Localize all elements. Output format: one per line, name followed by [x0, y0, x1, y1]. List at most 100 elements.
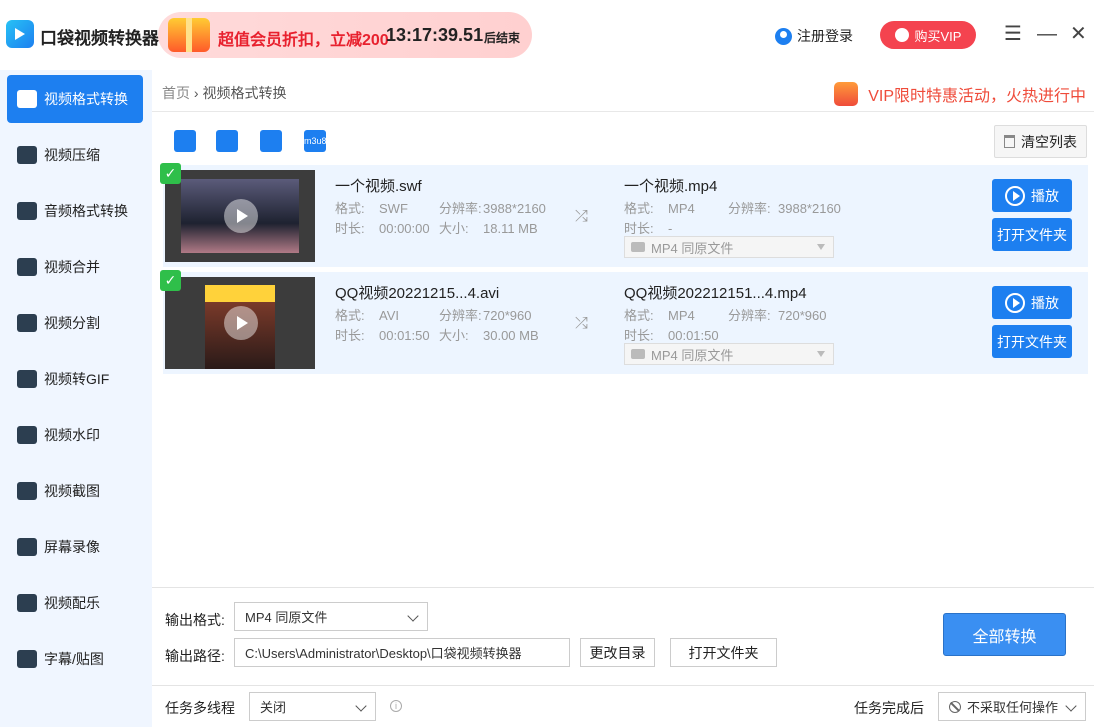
- dropdown-icon: [817, 351, 825, 357]
- toolbox-icon[interactable]: [260, 130, 282, 152]
- breadcrumb-separator: ›: [193, 85, 199, 101]
- source-meta-row: 格式: AVI 分辨率:720*960: [335, 308, 532, 323]
- ban-icon: [949, 700, 961, 713]
- camera-icon: [631, 349, 645, 359]
- app-title: 口袋视频转换器: [40, 29, 159, 48]
- sidebar-item-label: 视频水印: [44, 427, 100, 443]
- output-panel: 输出格式: MP4 同原文件 输出路径: C:\Users\Administra…: [152, 587, 1094, 727]
- sidebar-item-gif[interactable]: 视频转GIF: [7, 355, 143, 403]
- toolbar: m3u8 清空列表: [152, 112, 1094, 162]
- output-path-field[interactable]: C:\Users\Administrator\Desktop\口袋视频转换器: [234, 638, 570, 667]
- vip-activity-link[interactable]: VIP限时特惠活动，火热进行中: [834, 82, 1086, 106]
- subtitle-icon: [17, 650, 37, 668]
- sidebar-item-audio[interactable]: 音频格式转换: [7, 187, 143, 235]
- play-icon: [1005, 185, 1025, 206]
- login-label: 注册登录: [797, 28, 853, 44]
- convert-all-button[interactable]: 全部转换: [943, 613, 1066, 656]
- open-folder-button[interactable]: 打开文件夹: [992, 325, 1072, 358]
- chevron-down-icon: [1065, 700, 1077, 712]
- close-icon[interactable]: ✕: [1070, 24, 1087, 44]
- sidebar-item-label: 视频合并: [44, 259, 100, 275]
- diamond-icon: [894, 28, 909, 42]
- record-icon: [17, 538, 37, 556]
- clear-list-label: 清空列表: [1021, 133, 1077, 150]
- change-directory-button[interactable]: 更改目录: [580, 638, 655, 667]
- sidebar-item-label: 视频分割: [44, 315, 100, 331]
- convert-icon: [17, 90, 37, 108]
- add-folder-icon[interactable]: [216, 130, 238, 152]
- target-meta-row: 格式: MP4 分辨率: 3988*2160: [624, 201, 841, 216]
- sidebar-item-compress[interactable]: 视频压缩: [7, 131, 143, 179]
- source-meta-row: 时长: 00:00:00 大小: 18.11 MB: [335, 221, 538, 236]
- promo-text: 超值会员折扣，立减200: [218, 32, 389, 49]
- open-folder-button[interactable]: 打开文件夹: [992, 218, 1072, 251]
- target-meta-row: 时长: 00:01:50: [624, 328, 719, 343]
- sidebar-item-label: 视频配乐: [44, 595, 100, 611]
- output-format-label: 输出格式:: [165, 612, 225, 628]
- promo-banner[interactable]: 超值会员折扣，立减200 13:17:39.51 后结束: [158, 12, 532, 58]
- login-button[interactable]: 注册登录: [775, 26, 853, 46]
- sidebar-item-convert[interactable]: 视频格式转换: [7, 75, 143, 123]
- info-icon[interactable]: i: [390, 700, 402, 712]
- menu-icon[interactable]: ☰: [1004, 24, 1022, 44]
- sidebar-item-screenshot[interactable]: 视频截图: [7, 467, 143, 515]
- check-icon[interactable]: ✓: [160, 270, 181, 291]
- after-task-select[interactable]: 不采取任何操作: [938, 692, 1086, 721]
- title-bar: 口袋视频转换器 超值会员折扣，立减200 13:17:39.51 后结束 注册登…: [0, 0, 1094, 70]
- play-overlay-icon: [224, 306, 258, 340]
- breadcrumb-current: 视频格式转换: [202, 85, 287, 101]
- video-thumbnail[interactable]: [165, 277, 315, 369]
- open-output-folder-button[interactable]: 打开文件夹: [670, 638, 777, 667]
- camera-icon: [631, 242, 645, 252]
- video-thumbnail[interactable]: [165, 170, 315, 262]
- output-path-label: 输出路径:: [165, 648, 225, 664]
- gif-icon: [17, 370, 37, 388]
- gift-icon: [834, 82, 859, 106]
- buy-vip-button[interactable]: 购买VIP: [880, 21, 976, 49]
- music-icon: [17, 594, 37, 612]
- sidebar-item-label: 视频格式转换: [44, 91, 128, 107]
- file-row: ✓ 一个视频.swf 格式: SWF 分辨率:3988*2160 时长: 00:00:…: [160, 163, 1088, 267]
- sidebar: 视频格式转换 视频压缩 音频格式转换 视频合并 视频分割 视频转GIF 视频水印…: [0, 70, 152, 727]
- target-file-name: QQ视频202212151...4.mp4: [624, 285, 807, 302]
- source-meta-row: 时长: 00:01:50 大小: 30.00 MB: [335, 328, 539, 343]
- sidebar-item-watermark[interactable]: 视频水印: [7, 411, 143, 459]
- target-meta-row: 格式: MP4 分辨率: 720*960: [624, 308, 827, 323]
- breadcrumb: 首页 › 视频格式转换: [162, 83, 286, 103]
- play-button[interactable]: 播放: [992, 179, 1072, 212]
- sidebar-item-record[interactable]: 屏幕录像: [7, 523, 143, 571]
- sidebar-item-label: 视频截图: [44, 483, 100, 499]
- vip-activity-text: VIP限时特惠活动，火热进行中: [868, 88, 1086, 105]
- minimize-icon[interactable]: —: [1037, 24, 1057, 44]
- watermark-icon: [17, 426, 37, 444]
- check-icon[interactable]: ✓: [160, 163, 181, 184]
- output-format-select[interactable]: MP4 同原文件: [234, 602, 428, 631]
- target-format-select[interactable]: MP4 同原文件: [624, 236, 834, 258]
- play-button[interactable]: 播放: [992, 286, 1072, 319]
- app-logo-icon: [6, 20, 34, 48]
- add-file-icon[interactable]: [174, 130, 196, 152]
- sidebar-item-subtitle[interactable]: 字幕/贴图: [7, 635, 143, 683]
- target-meta-row: 时长: -: [624, 221, 673, 236]
- clear-list-button[interactable]: 清空列表: [994, 125, 1087, 158]
- merge-icon: [17, 258, 37, 276]
- multithread-select[interactable]: 关闭: [249, 692, 376, 721]
- sidebar-item-split[interactable]: 视频分割: [7, 299, 143, 347]
- target-format-select[interactable]: MP4 同原文件: [624, 343, 834, 365]
- compress-icon: [17, 146, 37, 164]
- sidebar-item-merge[interactable]: 视频合并: [7, 243, 143, 291]
- sidebar-item-label: 视频压缩: [44, 147, 100, 163]
- dropdown-icon: [817, 244, 825, 250]
- buy-vip-label: 购买VIP: [914, 28, 962, 44]
- source-meta-row: 格式: SWF 分辨率:3988*2160: [335, 201, 546, 216]
- m3u8-icon[interactable]: m3u8: [304, 130, 327, 152]
- sidebar-item-label: 屏幕录像: [44, 539, 100, 555]
- source-file-name: QQ视频20221215...4.avi: [335, 285, 500, 302]
- split-icon: [17, 314, 37, 332]
- sidebar-item-music[interactable]: 视频配乐: [7, 579, 143, 627]
- source-file-name: 一个视频.swf: [335, 178, 422, 195]
- shuffle-arrows-icon: ⤮: [575, 208, 588, 225]
- breadcrumb-home[interactable]: 首页: [162, 85, 190, 101]
- chevron-down-icon: [407, 610, 419, 622]
- file-row: ✓ QQ视频20221215...4.avi 格式: AVI 分辨率:720*960…: [160, 270, 1088, 374]
